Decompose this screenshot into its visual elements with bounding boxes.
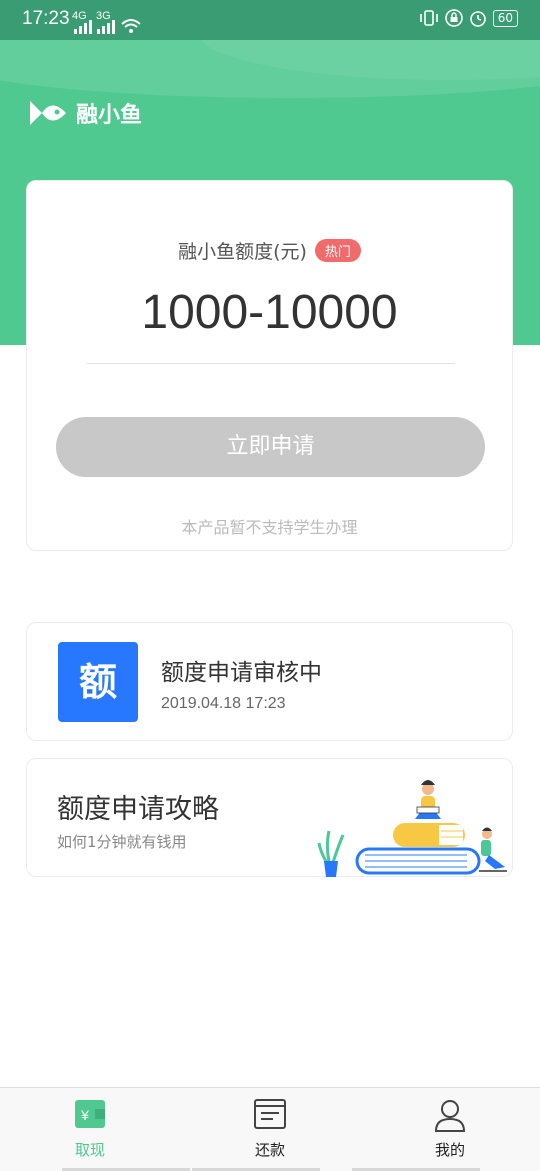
apply-button[interactable]: 立即申请 (56, 417, 485, 477)
tab-label: 还款 (254, 1141, 285, 1159)
review-title: 额度申请审核中 (161, 660, 322, 686)
guide-title: 额度申请攻略 (57, 794, 219, 825)
fish-logo-icon (30, 101, 66, 125)
review-status-card[interactable]: 额 额度申请审核中 2019.04.18 17:23 (26, 622, 513, 741)
signal-icon (74, 20, 92, 34)
svg-text:¥: ¥ (80, 1107, 89, 1123)
tab-withdraw[interactable]: ¥ 取现 (0, 1088, 180, 1171)
tab-mine[interactable]: 我的 (360, 1088, 540, 1171)
bill-icon (254, 1099, 286, 1129)
user-icon (434, 1100, 466, 1132)
quota-icon: 额 (58, 642, 138, 722)
student-notice: 本产品暂不支持学生办理 (181, 518, 358, 537)
quota-label-row: 融小鱼额度(元) 热门 (27, 237, 512, 264)
review-time: 2019.04.18 17:23 (161, 695, 286, 712)
tab-repay[interactable]: 还款 (180, 1088, 360, 1171)
quota-amount: 1000-10000 (141, 286, 398, 339)
tab-label: 我的 (434, 1141, 465, 1159)
quota-card: 融小鱼额度(元) 热门 1000-10000 立即申请 本产品暂不支持学生办理 (26, 180, 513, 551)
quota-label: 融小鱼额度(元) (178, 241, 307, 263)
lock-icon (444, 9, 463, 27)
battery-indicator: 60 (492, 9, 518, 27)
divider (87, 363, 455, 364)
brand-header: 融小鱼 (30, 97, 142, 129)
hot-badge: 热门 (314, 239, 361, 262)
brand-name: 融小鱼 (76, 103, 143, 128)
guide-card[interactable]: 额度申请攻略 如何1分钟就有钱用 (26, 758, 513, 877)
status-time: 17:23 (22, 8, 70, 29)
vibrate-icon (419, 10, 438, 26)
wallet-icon: ¥ (75, 1100, 105, 1128)
tab-label: 取现 (74, 1141, 105, 1159)
status-bar: 17:23 4G 3G 60 (0, 0, 540, 40)
wifi-icon (121, 19, 141, 33)
bottom-tab-bar: ¥ 取现 还款 我的 (0, 1087, 540, 1171)
signal-icon (97, 20, 115, 34)
guide-subtitle: 如何1分钟就有钱用 (57, 833, 187, 851)
reading-illustration-icon (317, 780, 507, 877)
alarm-icon (469, 11, 486, 27)
